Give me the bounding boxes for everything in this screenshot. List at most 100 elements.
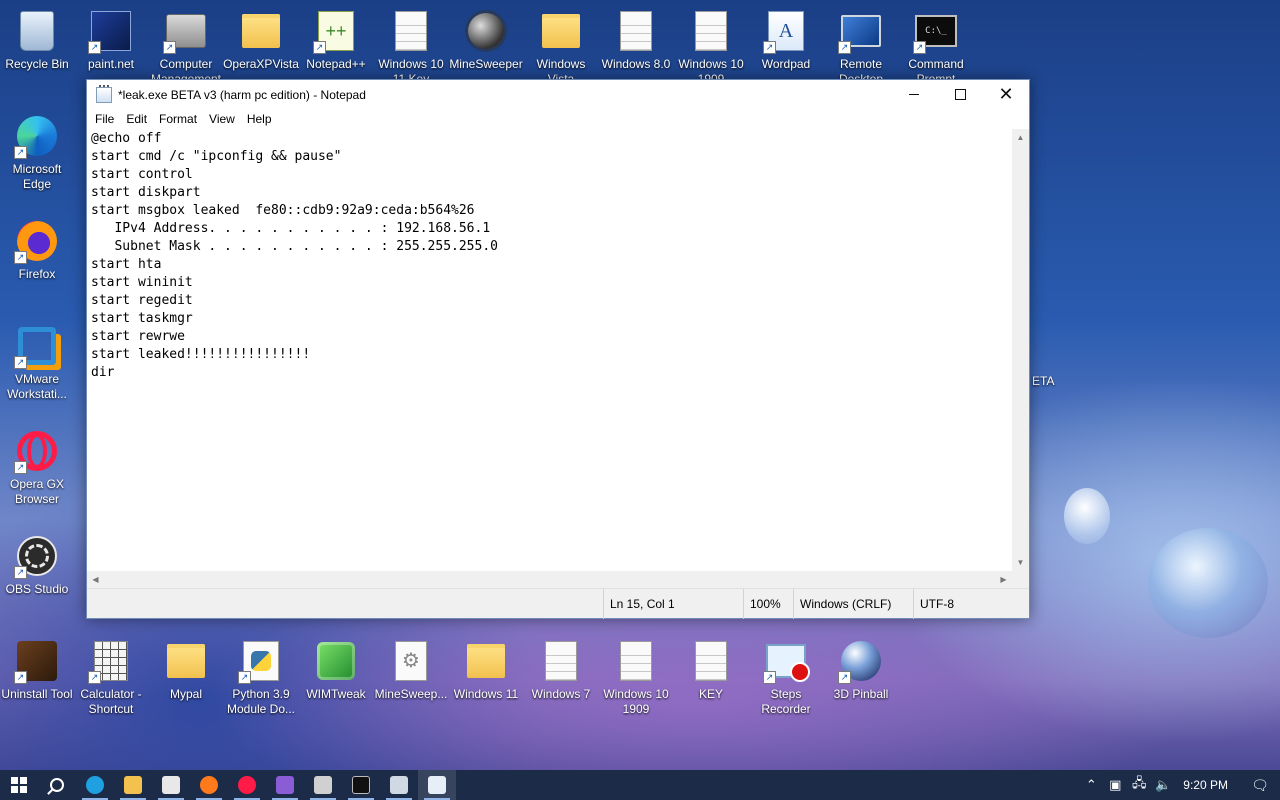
maximize-button[interactable] (937, 80, 983, 109)
menu-format[interactable]: Format (153, 112, 203, 126)
desktop-icon-label: Uninstall Tool (1, 687, 73, 701)
taskbar-command-prompt-button[interactable] (342, 770, 380, 800)
status-encoding: UTF-8 (913, 589, 1030, 619)
desktop-icon[interactable]: ↗ Opera GX Browser (0, 428, 75, 507)
minimize-button[interactable] (891, 80, 937, 109)
shortcut-arrow-icon: ↗ (763, 671, 776, 684)
scroll-right-icon[interactable]: ▶ (995, 571, 1012, 588)
taskbar-opera-gx-button[interactable] (228, 770, 266, 800)
taskbar-edge-button[interactable] (76, 770, 114, 800)
command-prompt-icon: C:\_ ↗ (913, 8, 959, 54)
app-package-icon (314, 776, 332, 794)
desktop-icon[interactable]: C:\_↗Command Prompt (898, 8, 974, 87)
start-button[interactable] (0, 770, 38, 800)
desktop-icon[interactable]: ↗ OBS Studio (0, 533, 75, 612)
shortcut-arrow-icon: ↗ (313, 41, 326, 54)
desktop-icon[interactable]: ↗ Python 3.9 Module Do... (223, 638, 299, 717)
shortcut-arrow-icon: ↗ (14, 671, 27, 684)
title-bar[interactable]: *leak.exe BETA v3 (harm pc edition) - No… (87, 80, 1029, 109)
desktop-icon[interactable]: MineSweeper (448, 8, 524, 87)
desktop-icon[interactable]: Windows 8.0 (598, 8, 674, 87)
pinball-icon: ↗ (838, 638, 884, 684)
desktop-icon[interactable]: Windows 11 (448, 638, 524, 717)
status-line-ending: Windows (CRLF) (793, 589, 913, 619)
shortcut-arrow-icon: ↗ (163, 41, 176, 54)
desktop-icon[interactable]: ↗ paint.net (73, 8, 149, 87)
desktop-icon-label: OBS Studio (5, 582, 69, 596)
taskbar: ⌃ ▣ 🖧 🔈 9:20 PM 🗨 (0, 770, 1280, 800)
taskbar-store-button[interactable] (152, 770, 190, 800)
desktop-icon[interactable]: KEY (673, 638, 749, 717)
desktop-icon[interactable]: Mypal (148, 638, 224, 717)
desktop-icon-label: Calculator - Shortcut (80, 687, 142, 716)
close-button[interactable]: ✕ (983, 80, 1029, 109)
desktop-icon[interactable]: ↗ Microsoft Edge (0, 113, 75, 192)
chevron-up-icon[interactable]: ⌃ (1079, 777, 1103, 793)
taskbar-app-package-button[interactable] (304, 770, 342, 800)
desktop-icon[interactable]: ⚙ MineSweep... (373, 638, 449, 717)
desktop-icon[interactable]: Windows Vista (523, 8, 599, 87)
menu-view[interactable]: View (203, 112, 241, 126)
edge-icon: ↗ (14, 113, 60, 159)
desktop-icon[interactable]: ↗ VMware Workstati... (0, 323, 75, 402)
horizontal-scrollbar[interactable]: ◀ ▶ (87, 571, 1012, 588)
search-button[interactable] (38, 770, 76, 800)
desktop-icon-label: 3D Pinball (833, 687, 889, 701)
desktop-icon[interactable]: Windows 7 (523, 638, 599, 717)
firefox-icon: ↗ (14, 218, 60, 264)
desktop-icon[interactable]: A ↗ Wordpad (748, 8, 824, 87)
shortcut-arrow-icon: ↗ (238, 671, 251, 684)
desktop-icon[interactable]: ↗ Calculator - Shortcut (73, 638, 149, 717)
scroll-down-icon[interactable]: ▼ (1012, 554, 1029, 571)
desktop-icon[interactable]: OperaXPVista (223, 8, 299, 87)
desktop-icon-label: Microsoft Edge (12, 162, 62, 191)
desktop-icon[interactable]: ↗ Firefox (0, 218, 75, 297)
scroll-up-icon[interactable]: ▲ (1012, 129, 1029, 146)
desktop-icon[interactable]: Recycle Bin (0, 8, 75, 87)
system-tray: ⌃ ▣ 🖧 🔈 9:20 PM 🗨 (1079, 770, 1280, 800)
desktop-icon[interactable]: WIMTweak (298, 638, 374, 717)
desktop-icon[interactable]: ↗Remote Desktop (823, 8, 899, 87)
text-file-icon (613, 8, 659, 54)
scroll-left-icon[interactable]: ◀ (87, 571, 104, 588)
desktop-icon[interactable]: ↗Computer Management (148, 8, 224, 87)
folder-icon (163, 638, 209, 684)
taskbar-notepad-button[interactable] (418, 770, 456, 800)
opera-gx-icon: ↗ (14, 428, 60, 474)
taskbar-window-app-button[interactable] (380, 770, 418, 800)
vertical-scrollbar[interactable]: ▲ ▼ (1012, 129, 1029, 571)
menu-file[interactable]: File (89, 112, 120, 126)
background-window-text: ETA (1032, 374, 1055, 388)
desktop-icon-label: Recycle Bin (5, 57, 69, 71)
shortcut-arrow-icon: ↗ (14, 146, 27, 159)
windows-logo-icon (11, 777, 27, 793)
desktop-icon-label: Windows 7 (531, 687, 591, 701)
folder-icon (538, 8, 584, 54)
edge-icon (86, 776, 104, 794)
volume-icon[interactable]: 🔈 (1151, 777, 1175, 793)
text-editor[interactable]: @echo off start cmd /c "ipconfig && paus… (87, 129, 1012, 571)
status-bar: Ln 15, Col 1 100% Windows (CRLF) UTF-8 (87, 588, 1030, 619)
desktop-icon[interactable]: ++ ↗ Notepad++ (298, 8, 374, 87)
clock[interactable]: 9:20 PM (1175, 778, 1240, 792)
folder-icon (238, 8, 284, 54)
wordpad-icon: A ↗ (763, 8, 809, 54)
notifications-icon[interactable]: 🗨 (1240, 777, 1280, 794)
desktop-icon[interactable]: ↗ Steps Recorder (748, 638, 824, 717)
taskbar-firefox-button[interactable] (190, 770, 228, 800)
device-icon[interactable]: ▣ (1103, 777, 1127, 793)
search-icon (50, 778, 64, 792)
taskbar-file-explorer-button[interactable] (114, 770, 152, 800)
desktop-icon[interactable]: Windows 10 1909 (598, 638, 674, 717)
opera-gx-icon (238, 776, 256, 794)
network-icon[interactable]: 🖧 (1127, 774, 1151, 796)
taskbar-visual-studio-button[interactable] (266, 770, 304, 800)
notepad-window[interactable]: *leak.exe BETA v3 (harm pc edition) - No… (86, 79, 1030, 619)
desktop-icon[interactable]: ↗ Uninstall Tool (0, 638, 75, 717)
desktop-icon[interactable]: Windows 10 1909 (673, 8, 749, 87)
menu-help[interactable]: Help (241, 112, 278, 126)
desktop-icon[interactable]: Windows 10 11 Key (373, 8, 449, 87)
menu-edit[interactable]: Edit (120, 112, 153, 126)
store-icon (162, 776, 180, 794)
desktop-icon[interactable]: ↗ 3D Pinball (823, 638, 899, 717)
